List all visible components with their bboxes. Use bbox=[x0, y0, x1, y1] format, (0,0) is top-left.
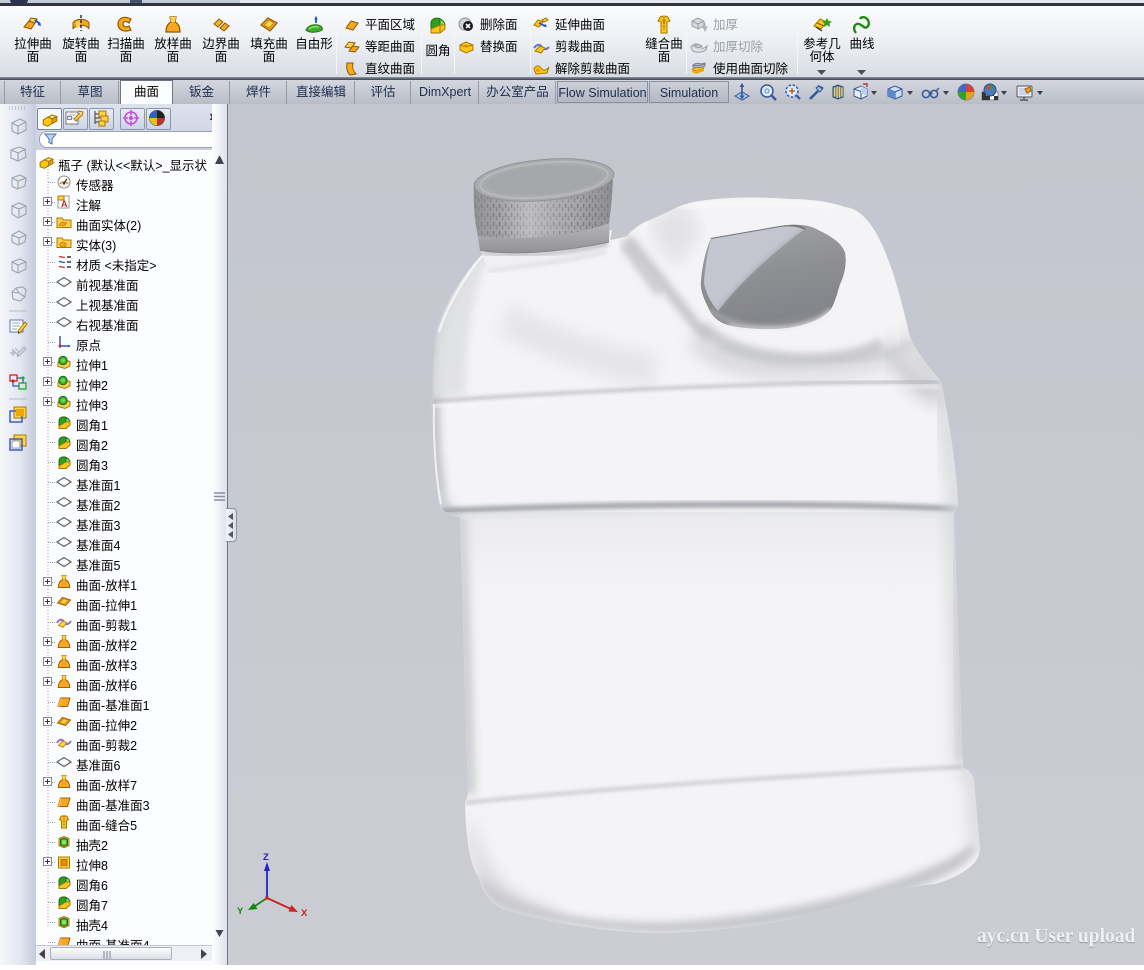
svg-text:A: A bbox=[61, 199, 68, 209]
svg-text:Z: Z bbox=[263, 852, 269, 863]
svg-text:X: X bbox=[301, 908, 308, 919]
svg-text:Y: Y bbox=[237, 906, 244, 917]
